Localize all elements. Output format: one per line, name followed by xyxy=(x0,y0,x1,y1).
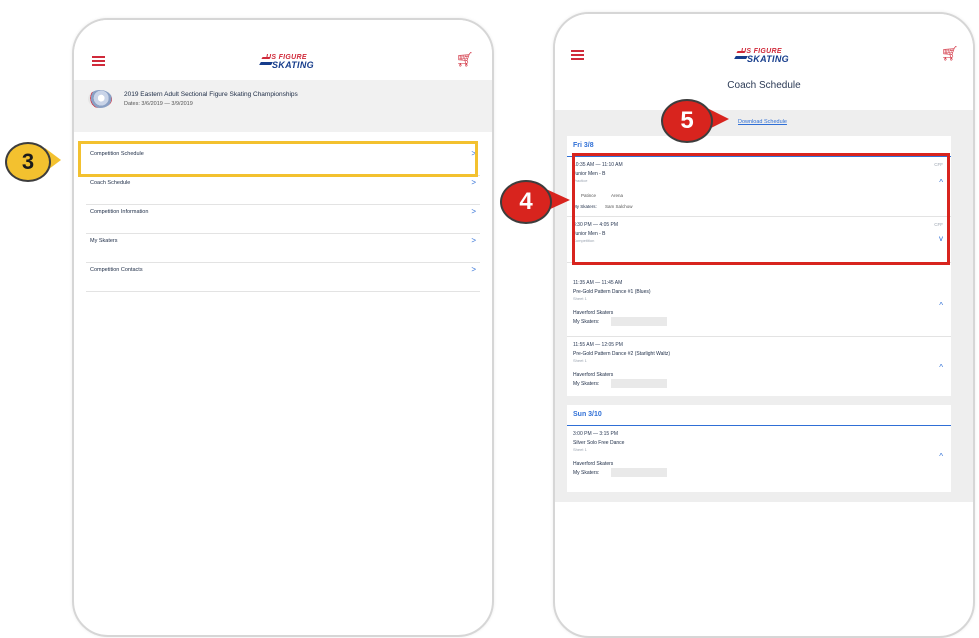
chevron-up-icon[interactable]: ^ xyxy=(939,301,943,310)
chevron-right-icon: > xyxy=(471,207,476,216)
competition-header: 2019 Eastern Adult Sectional Figure Skat… xyxy=(74,80,492,132)
menu-item-competition-contacts[interactable]: Competition Contacts > xyxy=(86,263,480,292)
club-name: Haverford Skaters xyxy=(573,461,614,467)
right-phone-frame: US FIGURE SKATING 🛒︎ Coach Schedule Down… xyxy=(553,12,975,638)
schedule-event[interactable]: 11:55 AM — 12:05 PM Pre-Gold Pattern Dan… xyxy=(567,338,951,396)
event-name: Pre-Gold Pattern Dance #1 (Blues) xyxy=(573,289,651,295)
event-time: 11:35 AM — 11:45 AM xyxy=(573,280,623,286)
event-name: Silver Solo Free Dance xyxy=(573,440,625,446)
my-skaters-label: My Skaters: xyxy=(573,381,600,387)
left-phone-frame: US FIGURE SKATING 🛒︎ 2019 Eastern Adult … xyxy=(72,18,494,637)
event-time: 11:55 AM — 12:05 PM xyxy=(573,342,623,348)
event-sheet: Sheet 1 xyxy=(573,296,587,301)
redacted-skater xyxy=(611,468,667,477)
download-schedule-link[interactable]: Download Schedule xyxy=(738,119,787,125)
event-time: 3:00 PM — 3:15 PM xyxy=(573,431,619,437)
app-header: US FIGURE SKATING 🛒︎ xyxy=(555,14,973,76)
step-3-callout: 3 xyxy=(5,142,51,182)
club-name: Haverford Skaters xyxy=(573,372,614,378)
competition-dates: Dates: 3/6/2019 — 3/9/2019 xyxy=(124,101,193,107)
menu-item-coach-schedule[interactable]: Coach Schedule > xyxy=(86,176,480,205)
cart-icon[interactable]: 🛒︎ xyxy=(456,52,474,66)
step-5-callout: 5 xyxy=(661,99,713,143)
menu-item-label: Coach Schedule xyxy=(90,180,131,186)
menu-item-label: Competition Information xyxy=(90,209,149,215)
coach-schedule-highlight xyxy=(78,141,478,177)
day-divider xyxy=(567,425,951,426)
competition-title: 2019 Eastern Adult Sectional Figure Skat… xyxy=(124,91,298,98)
chevron-right-icon: > xyxy=(471,236,476,245)
day-card-sun: Sun 3/10 3:00 PM — 3:15 PM Silver Solo F… xyxy=(567,405,951,492)
event-sheet: Sheet 1 xyxy=(573,358,587,363)
app-header: US FIGURE SKATING 🛒︎ xyxy=(74,20,492,82)
chevron-right-icon: > xyxy=(471,178,476,187)
schedule-event[interactable]: 11:35 AM — 11:45 AM Pre-Gold Pattern Dan… xyxy=(567,276,951,337)
step-4-callout: 4 xyxy=(500,180,552,224)
hamburger-icon[interactable] xyxy=(571,50,584,60)
club-name: Haverford Skaters xyxy=(573,310,614,316)
my-skaters-label: My Skaters: xyxy=(573,470,600,476)
day-heading: Sun 3/10 xyxy=(573,411,602,418)
page-title: Coach Schedule xyxy=(727,80,801,91)
chevron-right-icon: > xyxy=(471,265,476,274)
event-name: Pre-Gold Pattern Dance #2 (Starlight Wal… xyxy=(573,351,671,357)
my-skaters-label: My Skaters: xyxy=(573,319,600,325)
event-sheet: Sheet 1 xyxy=(573,447,587,452)
day-heading: Fri 3/8 xyxy=(573,142,594,149)
schedule-event[interactable]: 3:00 PM — 3:15 PM Silver Solo Free Dance… xyxy=(567,427,951,487)
menu-item-my-skaters[interactable]: My Skaters > xyxy=(86,234,480,263)
events-highlight xyxy=(572,153,950,265)
menu-item-label: Competition Contacts xyxy=(90,267,143,273)
us-figure-skating-logo[interactable]: US FIGURE SKATING xyxy=(259,54,314,70)
menu-item-label: My Skaters xyxy=(90,238,118,244)
redacted-skater xyxy=(611,317,667,326)
redacted-skater xyxy=(611,379,667,388)
chevron-up-icon[interactable]: ^ xyxy=(939,363,943,372)
us-figure-skating-logo[interactable]: US FIGURE SKATING xyxy=(734,48,789,64)
chevron-up-icon[interactable]: ^ xyxy=(939,452,943,461)
competition-logo xyxy=(88,90,112,108)
menu-item-competition-information[interactable]: Competition Information > xyxy=(86,205,480,234)
hamburger-icon[interactable] xyxy=(92,56,105,66)
cart-icon[interactable]: 🛒︎ xyxy=(941,46,959,60)
